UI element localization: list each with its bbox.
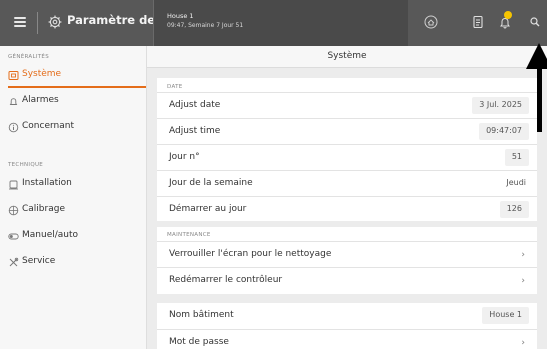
row-adjust-time[interactable]: Adjust time 09:47:07: [157, 118, 537, 144]
annotation-arrow-line: [537, 64, 542, 132]
chevron-right-icon: ›: [521, 250, 525, 260]
row-demarrer[interactable]: Démarrer au jour 126: [157, 196, 537, 222]
sidebar-item-calibrage[interactable]: Calibrage: [0, 197, 146, 223]
row-label: Nom bâtiment: [169, 310, 234, 320]
sidebar-item-label: Calibrage: [22, 204, 65, 214]
installation-icon: [9, 180, 18, 190]
adjust-date-value[interactable]: 3 Jul. 2025: [472, 97, 529, 114]
nom-batiment-value[interactable]: House 1: [482, 307, 529, 324]
sidebar-item-concernant[interactable]: Concernant: [0, 114, 146, 140]
sidebar-item-label: Concernant: [22, 121, 74, 131]
row-label: Démarrer au jour: [169, 204, 247, 214]
document-icon[interactable]: [470, 14, 486, 30]
row-adjust-date[interactable]: Adjust date 3 Jul. 2025: [157, 92, 537, 118]
hamburger-menu-icon[interactable]: [14, 17, 26, 27]
sidebar-item-label: Installation: [22, 178, 72, 188]
notification-badge: [504, 11, 512, 19]
settings-gear-icon: [48, 15, 62, 29]
maintenance-panel: MAINTENANCE Verrouiller l'écran pour le …: [157, 227, 537, 294]
house-name: House 1: [167, 12, 194, 20]
row-redemarrer[interactable]: Redémarrer le contrôleur ›: [157, 267, 537, 293]
sidebar-item-label: Service: [22, 256, 56, 266]
calibration-icon: [8, 205, 19, 216]
sidebar: GÉNÉRALITÉS Système Alarmes Concernant T…: [0, 46, 147, 349]
date-panel: DATE Adjust date 3 Jul. 2025 Adjust time…: [157, 78, 537, 221]
building-panel: Nom bâtiment House 1 Mot de passe ›: [157, 303, 537, 349]
group-label-date: DATE: [167, 84, 183, 90]
row-label: Adjust time: [169, 126, 221, 136]
sidebar-item-service[interactable]: Service: [0, 249, 146, 275]
notification-bell[interactable]: [497, 11, 513, 30]
sidebar-item-installation[interactable]: Installation: [0, 171, 146, 197]
section-title: Système: [327, 51, 367, 61]
row-label: Verrouiller l'écran pour le nettoyage: [169, 249, 332, 259]
home-icon[interactable]: [423, 14, 439, 30]
row-label: Mot de passe: [169, 337, 229, 347]
search-icon[interactable]: [527, 14, 543, 30]
toggle-icon: [8, 233, 19, 240]
row-verrouiller[interactable]: Verrouiller l'écran pour le nettoyage ›: [157, 241, 537, 267]
info-icon: [8, 122, 19, 133]
bell-outline-icon: [9, 98, 18, 105]
row-jour-semaine: Jour de la semaine Jeudi: [157, 170, 537, 196]
row-nom-batiment[interactable]: Nom bâtiment House 1: [157, 303, 537, 329]
row-label: Adjust date: [169, 100, 221, 110]
row-label: Jour de la semaine: [169, 178, 253, 188]
section-technical-label: TECHNIQUE: [8, 162, 44, 168]
sidebar-item-alarmes[interactable]: Alarmes: [0, 88, 146, 114]
sidebar-item-systeme[interactable]: Système: [0, 62, 146, 88]
house-time: 09:47, Semaine 7 Jour 51: [167, 22, 244, 29]
sidebar-item-label: Manuel/auto: [22, 230, 79, 240]
jour-n-value[interactable]: 51: [504, 149, 529, 166]
row-label: Redémarrer le contrôleur: [169, 275, 283, 285]
sidebar-item-manuel-auto[interactable]: Manuel/auto: [0, 223, 146, 249]
sidebar-item-label: Alarmes: [22, 95, 59, 105]
adjust-time-value[interactable]: 09:47:07: [479, 123, 529, 140]
row-mot-de-passe[interactable]: Mot de passe ›: [157, 329, 537, 349]
house-selector[interactable]: House 1 09:47, Semaine 7 Jour 51: [153, 0, 408, 46]
topbar-divider: [37, 12, 38, 34]
row-label: Jour n°: [169, 152, 200, 162]
group-label-maintenance: MAINTENANCE: [167, 232, 211, 238]
wrench-icon: [9, 257, 19, 267]
row-jour-n[interactable]: Jour n° 51: [157, 144, 537, 170]
content-header: Système: [147, 46, 547, 68]
jour-semaine-value: Jeudi: [506, 178, 526, 187]
top-bar: Paramètre de base House 1 09:47, Semaine…: [0, 0, 547, 46]
demarrer-value[interactable]: 126: [499, 201, 529, 218]
section-general-label: GÉNÉRALITÉS: [8, 54, 49, 60]
chevron-right-icon: ›: [521, 276, 525, 286]
sidebar-item-label: Système: [22, 69, 62, 79]
chevron-right-icon: ›: [521, 338, 525, 348]
system-icon: [8, 71, 19, 80]
